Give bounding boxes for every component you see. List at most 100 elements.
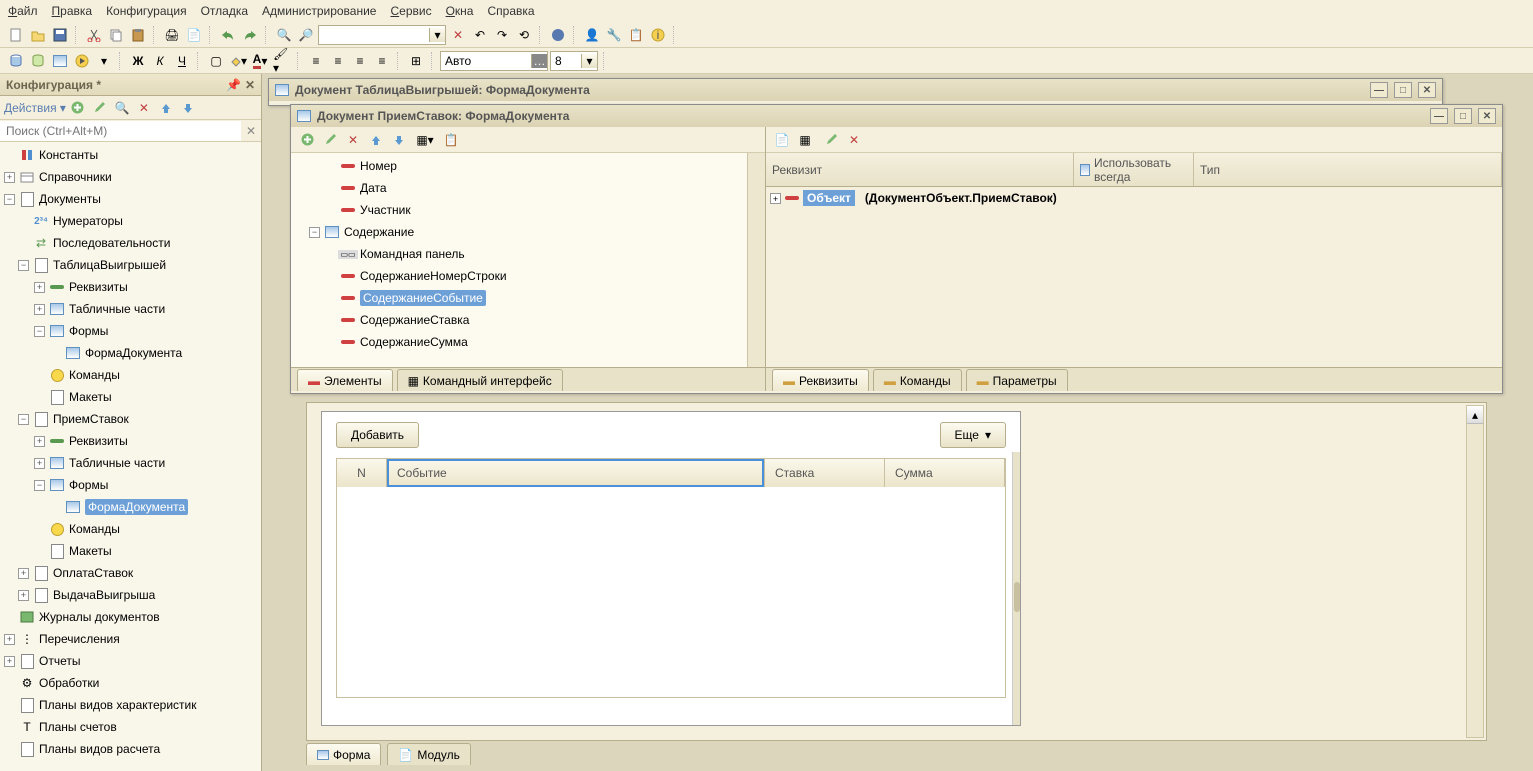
run-icon[interactable] [548, 25, 568, 45]
preview-grid[interactable]: N Событие Ставка Сумма [336, 458, 1006, 698]
attr-edit-icon[interactable] [821, 130, 841, 150]
border-icon[interactable]: ▢ [206, 51, 226, 71]
align-left-icon[interactable]: ≡ [306, 51, 326, 71]
tree-item[interactable]: Макеты [0, 386, 261, 408]
menu-file[interactable]: Файл [8, 4, 38, 18]
tools-icon[interactable]: 🔧 [604, 25, 624, 45]
col-use[interactable]: Использовать всегда [1074, 153, 1194, 186]
expand-icon[interactable]: − [34, 326, 45, 337]
col-bet[interactable]: Ставка [765, 459, 885, 487]
tree-item[interactable]: +Отчеты [0, 650, 261, 672]
add-icon[interactable] [68, 98, 88, 118]
tree-item[interactable]: Команды [0, 364, 261, 386]
element-item[interactable]: СодержаниеСтавка [291, 309, 765, 331]
calendar-icon[interactable]: 📋 [626, 25, 646, 45]
grid-icon[interactable]: ▦▾ [415, 130, 435, 150]
minimize-icon[interactable]: — [1430, 108, 1448, 124]
expand-icon[interactable]: + [4, 634, 15, 645]
attr-row-object[interactable]: + Объект (ДокументОбъект.ПриемСтавок) [766, 187, 1502, 209]
search-combo[interactable]: ▾ [318, 25, 446, 45]
attr-cols-icon[interactable]: ▦ [795, 130, 815, 150]
expand-icon[interactable]: + [34, 458, 45, 469]
tree-item[interactable]: ФормаДокумента [0, 496, 261, 518]
actions-menu[interactable]: Действия ▾ [4, 101, 66, 115]
maximize-icon[interactable]: □ [1454, 108, 1472, 124]
menu-debug[interactable]: Отладка [201, 4, 248, 18]
col-n[interactable]: N [337, 459, 387, 487]
menu-windows[interactable]: Окна [446, 4, 474, 18]
tab-cmd-interface[interactable]: ▦Командный интерфейс [397, 369, 563, 391]
expand-icon[interactable]: + [4, 656, 15, 667]
element-item[interactable]: −Содержание [291, 221, 765, 243]
play-icon[interactable] [72, 51, 92, 71]
tree-item[interactable]: Планы видов характеристик [0, 694, 261, 716]
element-item[interactable]: СодержаниеСобытие [291, 287, 765, 309]
delete-elem-icon[interactable]: ✕ [343, 130, 363, 150]
zoom-combo[interactable]: … [440, 51, 548, 71]
edit-icon[interactable] [90, 98, 110, 118]
add-elem-icon[interactable] [297, 130, 317, 150]
expand-icon[interactable]: + [18, 590, 29, 601]
grid-scrollbar[interactable] [1012, 452, 1020, 725]
element-item[interactable]: СодержаниеСумма [291, 331, 765, 353]
delete-icon[interactable]: ✕ [134, 98, 154, 118]
tree-item[interactable]: Макеты [0, 540, 261, 562]
tree-item[interactable]: −ПриемСтавок [0, 408, 261, 430]
copy-icon[interactable] [106, 25, 126, 45]
tab-commands[interactable]: ▬Команды [873, 369, 962, 391]
print-icon[interactable]: 🖨 [162, 25, 182, 45]
layout-icon[interactable] [50, 51, 70, 71]
expand-icon[interactable]: − [34, 480, 45, 491]
expand-icon[interactable]: + [34, 304, 45, 315]
minimize-icon[interactable]: — [1370, 82, 1388, 98]
close-panel-icon[interactable]: ✕ [245, 78, 255, 92]
italic-icon[interactable]: К [150, 51, 170, 71]
element-item[interactable]: Дата [291, 177, 765, 199]
config-tree[interactable]: Константы+Справочники−Документы2³⁴Нумера… [0, 142, 261, 771]
down-icon[interactable] [178, 98, 198, 118]
menu-service[interactable]: Сервис [390, 4, 431, 18]
tree-item[interactable]: ФормаДокумента [0, 342, 261, 364]
open-icon[interactable] [28, 25, 48, 45]
align-right-icon[interactable]: ≡ [350, 51, 370, 71]
align-center-icon[interactable]: ≡ [328, 51, 348, 71]
element-item[interactable]: Участник [291, 199, 765, 221]
expand-icon[interactable]: + [4, 172, 15, 183]
new-icon[interactable] [6, 25, 26, 45]
edit-elem-icon[interactable] [320, 130, 340, 150]
close-icon[interactable]: ✕ [1418, 82, 1436, 98]
menu-help[interactable]: Справка [487, 4, 534, 18]
element-item[interactable]: Номер [291, 155, 765, 177]
play-drop-icon[interactable]: ▾ [94, 51, 114, 71]
undo-icon[interactable] [218, 25, 238, 45]
tree-item[interactable]: +⋮Перечисления [0, 628, 261, 650]
tab-form[interactable]: Форма [306, 743, 381, 765]
fill-icon[interactable]: ▾ [228, 51, 248, 71]
nav-fwd-icon[interactable]: ↷ [492, 25, 512, 45]
tree-item[interactable]: −ТаблицаВыигрышей [0, 254, 261, 276]
tab-attrs[interactable]: ▬Реквизиты [772, 369, 869, 391]
tree-item[interactable]: +Реквизиты [0, 430, 261, 452]
db-icon[interactable] [6, 51, 26, 71]
redo-icon[interactable] [240, 25, 260, 45]
close-icon[interactable]: ✕ [1478, 108, 1496, 124]
scrollbar[interactable] [747, 153, 765, 367]
expand-icon[interactable]: − [18, 260, 29, 271]
expand-icon[interactable]: + [34, 436, 45, 447]
tree-item[interactable]: −Формы [0, 474, 261, 496]
tab-module[interactable]: 📄Модуль [387, 743, 471, 765]
tree-item[interactable]: −Документы [0, 188, 261, 210]
nav-up-icon[interactable]: ⟲ [514, 25, 534, 45]
expand-icon[interactable]: + [34, 282, 45, 293]
elem-up-icon[interactable] [366, 130, 386, 150]
find-next-icon[interactable]: 🔎 [296, 25, 316, 45]
expand-icon[interactable]: − [309, 227, 320, 238]
tree-item[interactable]: 2³⁴Нумераторы [0, 210, 261, 232]
menu-admin[interactable]: Администрирование [262, 4, 376, 18]
tree-item[interactable]: Команды [0, 518, 261, 540]
preview-scrollbar[interactable]: ▴ [1466, 405, 1484, 738]
find-tree-icon[interactable]: 🔍 [112, 98, 132, 118]
tree-item[interactable]: +Реквизиты [0, 276, 261, 298]
find-icon[interactable]: 🔍 [274, 25, 294, 45]
bg-color-icon[interactable]: 🖌▾ [272, 51, 292, 71]
